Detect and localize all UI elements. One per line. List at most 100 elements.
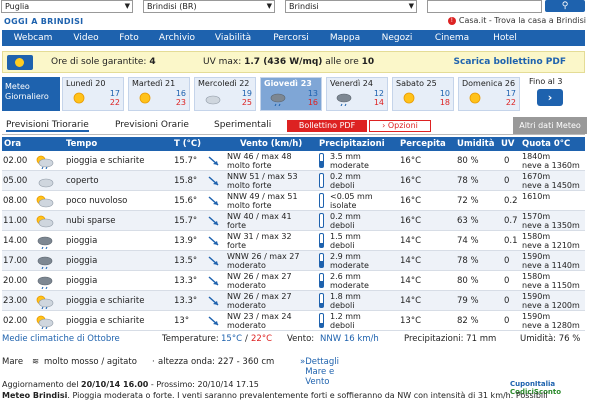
climate-averages-link[interactable]: Medie climatiche di Ottobre bbox=[2, 334, 120, 344]
day-tab[interactable]: Domenica 26 17 22 bbox=[458, 77, 520, 111]
snow-level: neve a 1140m bbox=[522, 261, 580, 270]
tab-sperimentali[interactable]: Sperimentali bbox=[214, 120, 271, 130]
row-freezing-level: 1590m neve a 1140m bbox=[522, 252, 580, 270]
nav-viabilita[interactable]: Viabilità bbox=[204, 30, 262, 46]
prec-amount: 0.2 mm bbox=[330, 212, 361, 221]
row-precipitation: 3.5 mm moderate bbox=[330, 152, 369, 170]
prec-amount: 1.5 mm bbox=[330, 232, 361, 241]
more-days: Fino al 3 › bbox=[529, 77, 575, 111]
wind-speed: NNW 49 / max 51 bbox=[227, 192, 298, 201]
nav-webcam[interactable]: Webcam bbox=[2, 30, 64, 46]
snow-level: neve a 1210m bbox=[522, 241, 580, 250]
wind-arrow-icon bbox=[207, 155, 221, 167]
snow-level: neve a 1150m bbox=[522, 281, 580, 290]
altri-dati-button[interactable]: Altri dati Meteo bbox=[513, 117, 587, 134]
top-bar: Puglia ▼ Brindisi (BR) ▼ Brindisi ▼ ⚲ bbox=[0, 0, 600, 14]
wind-strength: molto forte bbox=[227, 181, 272, 190]
nav-archivio[interactable]: Archivio bbox=[150, 30, 204, 46]
wind-arrow-icon bbox=[207, 315, 221, 327]
avg-humidity: Umidità: 76 % bbox=[520, 334, 581, 344]
row-perceived: 16°C bbox=[400, 176, 422, 186]
uv-value: 1.7 (436 W/mq) bbox=[244, 57, 323, 67]
row-perceived: 14°C bbox=[400, 256, 422, 266]
search-input[interactable] bbox=[427, 0, 542, 13]
region-select[interactable]: Puglia ▼ bbox=[1, 0, 133, 13]
day-temp-max: 14 bbox=[373, 98, 384, 107]
chevron-down-icon: ▼ bbox=[408, 2, 414, 10]
sea-details-link[interactable]: » Dettagli Mare e Vento bbox=[300, 357, 339, 387]
rain-gauge-icon bbox=[319, 173, 324, 188]
day-tab[interactable]: Venerdì 24 12 14 bbox=[326, 77, 388, 111]
row-precipitation: 1.2 mm deboli bbox=[330, 312, 361, 330]
next-days-button[interactable]: › bbox=[537, 89, 563, 106]
row-condition: pioggia bbox=[66, 236, 98, 246]
rain-gauge-icon bbox=[319, 253, 324, 268]
day-temp-max: 23 bbox=[175, 98, 186, 107]
day-tab[interactable]: Mercoledì 22 19 25 bbox=[194, 77, 256, 111]
download-pdf-link[interactable]: Scarica bollettino PDF bbox=[454, 57, 566, 67]
meteo-giornaliero-tab[interactable]: Meteo Giornaliero bbox=[2, 77, 60, 111]
nav-percorsi[interactable]: Percorsi bbox=[262, 30, 320, 46]
tab-orarie[interactable]: Previsioni Orarie bbox=[115, 120, 189, 130]
day-tab[interactable]: Lunedì 20 17 22 bbox=[62, 77, 124, 111]
row-freezing-level: 1670m neve a 1450m bbox=[522, 172, 580, 190]
day-tab[interactable]: Martedì 21 16 23 bbox=[128, 77, 190, 111]
table-row: 17.00 pioggia 13.5° WNW 26 / max 27 moderato… bbox=[2, 251, 585, 271]
header-ora: Ora bbox=[4, 139, 22, 149]
nav-mappa[interactable]: Mappa bbox=[320, 30, 370, 46]
nav-foto[interactable]: Foto bbox=[108, 30, 150, 46]
nav-video[interactable]: Video bbox=[64, 30, 108, 46]
prec-intensity: deboli bbox=[330, 241, 355, 250]
prec-amount: 1.8 mm bbox=[330, 292, 361, 301]
cloud-icon bbox=[201, 90, 221, 106]
wind-speed: NW 40 / max 41 bbox=[227, 212, 292, 221]
table-row: 05.00 coperto 15.8° NNW 51 / max 53 molto fo… bbox=[2, 171, 585, 191]
search-button[interactable]: ⚲ bbox=[545, 0, 585, 12]
row-condition: pioggia e schiarite bbox=[66, 296, 145, 306]
bollettino-pdf-button[interactable]: Bollettino PDF bbox=[287, 120, 367, 132]
row-precipitation: 1.5 mm deboli bbox=[330, 232, 361, 250]
freezing-level: 1610m bbox=[522, 192, 551, 201]
row-perceived: 16°C bbox=[400, 156, 422, 166]
row-humidity: 79 % bbox=[457, 296, 479, 306]
day-temp-min: 17 bbox=[109, 89, 120, 98]
avg-wind-value: NNW 16 km/h bbox=[320, 334, 379, 344]
day-temp-max: 22 bbox=[109, 98, 120, 107]
uv-hour-label: alle ore bbox=[325, 57, 359, 67]
nav-cinema[interactable]: Cinema bbox=[424, 30, 480, 46]
rain-gauge-icon bbox=[319, 313, 324, 328]
freezing-level: 1590m bbox=[522, 252, 551, 261]
alert-icon: ! bbox=[447, 16, 456, 25]
city-select[interactable]: Brindisi ▼ bbox=[285, 0, 417, 13]
update-prefix: Aggiornamento del bbox=[2, 380, 79, 389]
row-condition: pioggia bbox=[66, 256, 98, 266]
table-row: 23.00 pioggia e schiarite 13.3° NW 26 / max… bbox=[2, 291, 585, 311]
row-wind: NW 40 / max 41 forte bbox=[227, 212, 292, 230]
row-time: 11.00 bbox=[3, 216, 28, 226]
prec-amount: 1.2 mm bbox=[330, 312, 361, 321]
row-condition: coperto bbox=[66, 176, 99, 186]
row-temperature: 13.9° bbox=[174, 236, 198, 246]
table-row: 02.00 pioggia e schiarite 13° NW 23 / max 2… bbox=[2, 311, 585, 331]
sun-hours-text: Ore di sole garantite: 4 bbox=[51, 57, 156, 67]
tab-triorarie[interactable]: Previsioni Triorarie bbox=[6, 120, 89, 132]
freezing-level: 1580m bbox=[522, 272, 551, 281]
province-select[interactable]: Brindisi (BR) ▼ bbox=[143, 0, 275, 13]
nav-negozi[interactable]: Negozi bbox=[370, 30, 424, 46]
casa-link[interactable]: ! Casa.it - Trova la casa a Brindisi bbox=[447, 16, 586, 25]
chevron-right-icon: › bbox=[382, 121, 386, 130]
search-icon: ⚲ bbox=[561, 1, 569, 11]
chevron-down-icon: ▼ bbox=[266, 2, 272, 10]
more-days-label: Fino al 3 bbox=[529, 77, 563, 86]
opzioni-button[interactable]: › Opzioni bbox=[369, 120, 431, 132]
wind-arrow-icon bbox=[207, 235, 221, 247]
update-date: 20/10/14 16.00 bbox=[81, 380, 149, 389]
day-tab[interactable]: Sabato 25 10 18 bbox=[392, 77, 454, 111]
nav-hotel[interactable]: Hotel bbox=[480, 30, 530, 46]
row-freezing-level: 1840m neve a 1360m bbox=[522, 152, 580, 170]
wind-strength: moderato bbox=[227, 261, 266, 270]
row-humidity: 82 % bbox=[457, 316, 479, 326]
table-row: 20.00 pioggia 13.3° NW 26 / max 27 moderato 2… bbox=[2, 271, 585, 291]
row-temperature: 15.8° bbox=[174, 176, 198, 186]
day-tab[interactable]: Giovedì 23 13 16 bbox=[260, 77, 322, 111]
